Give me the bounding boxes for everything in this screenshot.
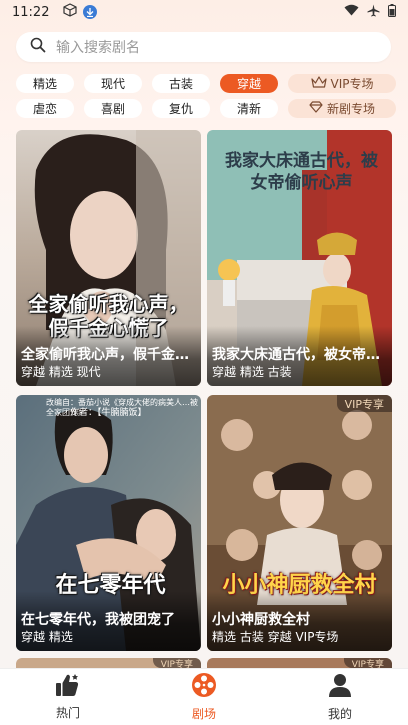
poster-title-art: 我家大床通古代，被女帝偷听心声 (225, 151, 378, 193)
vip-badge: VIP专享 (336, 395, 392, 412)
chip-chuanyue[interactable]: 穿越 (220, 74, 278, 93)
tab-mine[interactable]: 我的 (300, 672, 380, 722)
card-tags: 穿越 精选 现代 (21, 365, 101, 379)
vip-badge: VIP专享 (152, 658, 201, 668)
filter-row-2: 虐恋 喜剧 复仇 清新 新剧专场 (16, 99, 396, 118)
status-bar: 11:22 (0, 0, 408, 24)
chip-new-drama-zone[interactable]: 新剧专场 (288, 99, 396, 118)
film-reel-icon (191, 672, 217, 702)
drama-card[interactable]: 我家大床通古代，被女帝偷听心声 我家大床通古代，被女帝偷听心声 穿越 精选 古装 (207, 130, 392, 386)
tab-theater[interactable]: 剧场 (164, 672, 244, 722)
card-title: 我家大床通古代，被女帝偷听心声 (212, 347, 387, 363)
diamond-heart-icon (309, 101, 323, 116)
drama-card-peek[interactable]: VIP专享 (16, 658, 201, 668)
download-icon (83, 5, 98, 19)
battery-icon (388, 3, 396, 21)
crown-icon (310, 76, 327, 91)
card-tags: 穿越 精选 古装 (212, 365, 292, 379)
chip-fuchou[interactable]: 复仇 (152, 99, 210, 118)
tab-mine-label: 我的 (327, 707, 352, 721)
search-icon (30, 37, 46, 57)
chip-vip-zone[interactable]: VIP专场 (288, 74, 396, 93)
tab-theater-label: 剧场 (191, 707, 216, 721)
drama-card[interactable]: VIP专享 小小神厨救全村 小小神厨救全村 精选 古装 穿越 VIP专场 (207, 395, 392, 651)
chip-nuelian[interactable]: 虐恋 (16, 99, 74, 118)
airplane-icon (367, 4, 380, 21)
filter-row-1: 精选 现代 古装 穿越 VIP专场 (16, 74, 396, 93)
card-tags: 精选 古装 穿越 VIP专场 (212, 630, 339, 644)
chip-new-drama-label: 新剧专场 (326, 102, 375, 116)
poster-credit-line2: 作者：【牛腩腩饭】 (70, 408, 147, 418)
bottom-tab-bar: 热门 剧场 我的 (0, 668, 408, 725)
status-time: 11:22 (12, 4, 50, 20)
person-icon (327, 672, 353, 702)
chip-jingxuan[interactable]: 精选 (16, 74, 74, 93)
chip-qingxin[interactable]: 清新 (220, 99, 278, 118)
card-title: 全家偷听我心声，假千金心慌了 (21, 347, 196, 363)
wifi-icon (344, 4, 359, 20)
card-title: 在七零年代，我被团宠了 (21, 612, 175, 628)
drama-card-peek[interactable]: VIP专享 (207, 658, 392, 668)
chip-vip-zone-label: VIP专场 (330, 77, 374, 91)
tab-hot-label: 热门 (55, 706, 80, 720)
thumbs-up-icon (55, 673, 81, 701)
cube-icon (63, 3, 78, 21)
chip-guzhuang[interactable]: 古装 (152, 74, 210, 93)
chip-xiandai[interactable]: 现代 (84, 74, 142, 93)
card-title: 小小神厨救全村 (212, 612, 310, 628)
search-placeholder: 输入搜索剧名 (56, 40, 140, 56)
chip-xiju[interactable]: 喜剧 (84, 99, 142, 118)
tab-hot[interactable]: 热门 (28, 673, 108, 721)
search-input[interactable]: 输入搜索剧名 (16, 32, 391, 62)
drama-card[interactable]: 改编自：番茄小说《穿成大佬的病美人…被全家团宠》 作者：【牛腩腩饭】 在七零年代… (16, 395, 201, 651)
vip-badge: VIP专享 (343, 658, 392, 668)
drama-card[interactable]: 全家偷听我心声，假千金心慌了 全家偷听我心声，假千金心慌了 穿越 精选 现代 (16, 130, 201, 386)
card-tags: 穿越 精选 (21, 630, 73, 644)
